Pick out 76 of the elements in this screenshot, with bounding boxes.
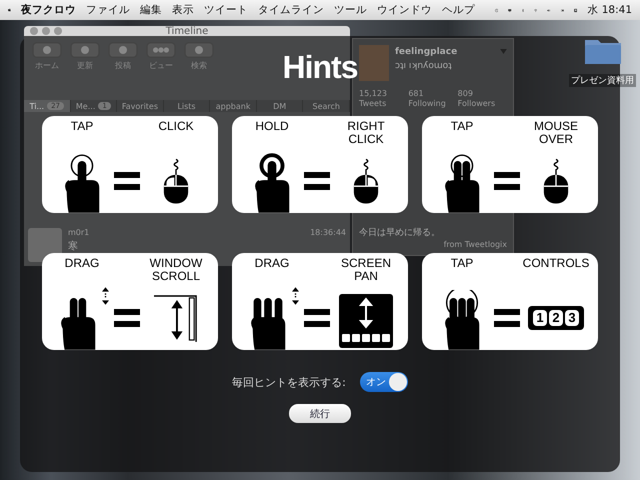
equals-icon — [304, 308, 330, 326]
up-down-arrow-icon — [292, 287, 299, 305]
menu-item[interactable]: タイムライン — [258, 3, 324, 17]
caret-icon[interactable] — [500, 49, 507, 54]
number-key: 1 — [533, 310, 547, 326]
close-icon[interactable] — [30, 27, 38, 36]
timeline-tab[interactable]: appbank — [210, 100, 257, 112]
screen-pan-icon — [339, 294, 393, 348]
action-label: WINDOW SCROLL — [148, 257, 204, 283]
equals-icon — [114, 172, 140, 190]
menu-item[interactable]: ファイル — [86, 3, 130, 17]
up-down-arrow-icon — [102, 287, 109, 305]
tweet-user: m0r1 — [68, 228, 90, 237]
mouse-icon — [353, 156, 379, 204]
toolbar-label: 投稿 — [115, 60, 131, 72]
tweet-text: 今日は早めに帰る。 — [359, 226, 441, 239]
stat-label: Tweets — [359, 99, 388, 108]
toolbar-label: ホーム — [35, 60, 59, 72]
toolbar-label: 検索 — [191, 60, 207, 72]
gesture-label: TAP — [70, 120, 94, 133]
gesture-label: TAP — [450, 120, 474, 133]
menu-item[interactable]: ウインドウ — [376, 3, 432, 17]
action-label: MOUSE OVER — [532, 120, 579, 146]
action-label: CONTROLS — [522, 257, 590, 270]
profile-name: feelingplace — [395, 47, 458, 57]
timeline-tab[interactable]: DM — [256, 100, 304, 112]
view-icon[interactable] — [146, 42, 176, 58]
number-key: 3 — [565, 310, 579, 326]
stat-value: 15,123 — [359, 89, 388, 98]
timeline-tab[interactable]: Search — [303, 100, 350, 112]
action-label: CLICK — [157, 120, 195, 133]
profile-handle: ɔʇı ıʞnʎoɯoʇ — [395, 61, 453, 71]
continue-button[interactable]: 続行 — [289, 404, 351, 423]
tweet-time: 18:36:44 — [310, 228, 346, 237]
zoom-icon[interactable] — [54, 27, 62, 36]
menu-item[interactable]: ヘルプ — [442, 3, 475, 17]
mouse-icon — [543, 156, 569, 204]
scroll-window-icon — [154, 294, 198, 342]
equals-icon — [494, 308, 520, 326]
menu-item[interactable]: ツイート — [204, 3, 248, 17]
window-title: Timeline — [164, 26, 210, 37]
search-icon[interactable] — [184, 42, 214, 58]
compose-icon[interactable] — [108, 42, 138, 58]
toolbar-label: ビュー — [149, 60, 173, 72]
equals-icon — [114, 308, 140, 326]
timeline-tab[interactable]: Favorites — [117, 100, 164, 112]
stat-value: 681 — [408, 89, 425, 98]
photo-placeholder — [359, 45, 389, 81]
gesture-label: TAP — [450, 257, 474, 270]
stat-value: 809 — [458, 89, 474, 98]
gesture-label: HOLD — [254, 120, 290, 133]
tweet-source: from Tweetlogix — [444, 240, 507, 249]
timeline-tab[interactable]: Lists — [164, 100, 210, 112]
toolbar-label: 更新 — [77, 60, 93, 72]
tweet-text: 寒 — [68, 240, 79, 253]
equals-icon — [304, 172, 330, 190]
toggle-label: 毎回ヒントを表示する: — [232, 374, 346, 390]
home-icon[interactable] — [32, 42, 62, 58]
menu-item[interactable]: 表示 — [172, 3, 194, 17]
refresh-icon[interactable] — [70, 42, 100, 58]
hints-title: Hints — [282, 48, 358, 86]
menu-item[interactable]: 編集 — [140, 3, 162, 17]
stat-label: Following — [408, 99, 447, 108]
gesture-label: DRAG — [64, 257, 100, 270]
menu-item[interactable]: ツール — [334, 3, 367, 17]
app-menu[interactable]: 夜フクロウ — [20, 3, 76, 17]
action-label: RIGHT CLICK — [346, 120, 386, 146]
stat-label: Followers — [458, 99, 496, 108]
minimize-icon[interactable] — [42, 27, 50, 36]
gesture-label: DRAG — [254, 257, 290, 270]
equals-icon — [494, 172, 520, 190]
mouse-icon — [163, 156, 189, 204]
hints-toggle[interactable]: オン — [360, 372, 408, 392]
action-label: SCREEN PAN — [340, 257, 392, 283]
number-key: 2 — [549, 310, 563, 326]
clock-text[interactable]: 水 18:41 — [587, 3, 632, 17]
